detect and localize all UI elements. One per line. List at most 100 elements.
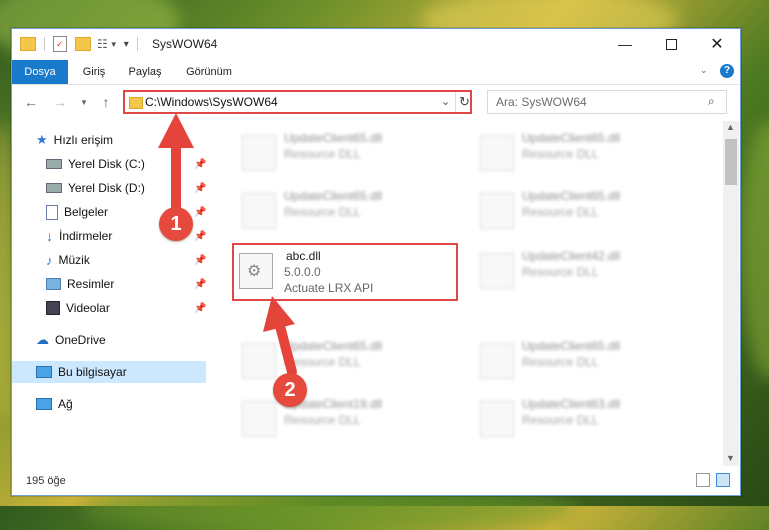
file-item[interactable]: UpdateClient65.dll Resource DLL xyxy=(470,333,690,385)
chevron-down-icon[interactable]: ▼ xyxy=(110,40,118,49)
recent-locations-button[interactable]: ▼ xyxy=(74,92,94,112)
tab-view[interactable]: Görünüm xyxy=(178,60,240,84)
sidebar-item-onedrive[interactable]: ☁ OneDrive xyxy=(12,329,206,351)
vertical-scrollbar[interactable]: ▲ ▼ xyxy=(723,121,739,466)
dll-file-icon xyxy=(480,343,514,379)
maximize-button[interactable] xyxy=(648,29,694,59)
scroll-down-icon[interactable]: ▼ xyxy=(726,453,735,463)
file-name: UpdateClient65.dll xyxy=(522,189,621,203)
forward-button[interactable]: → xyxy=(50,92,70,112)
file-item[interactable]: UpdateClient65.dll Resource DLL xyxy=(232,183,452,235)
sidebar-item-this-pc[interactable]: Bu bilgisayar xyxy=(12,361,206,383)
file-description: Resource DLL xyxy=(522,265,599,279)
file-name: UpdateClient65.dll xyxy=(284,339,383,353)
refresh-icon[interactable]: ↻ xyxy=(459,94,470,110)
pin-icon: 📌 xyxy=(194,158,207,170)
folder-icon[interactable] xyxy=(20,37,36,51)
file-item[interactable]: UpdateClient65.dll Resource DLL xyxy=(470,183,690,235)
music-icon: ♪ xyxy=(46,252,53,268)
file-name: abc.dll xyxy=(286,249,321,263)
separator xyxy=(455,92,456,112)
address-bar[interactable]: C:\Windows\SysWOW64 ⌄ ↻ xyxy=(123,90,472,114)
file-description: Resource DLL xyxy=(522,355,599,369)
large-icons-view-icon[interactable] xyxy=(716,473,730,487)
drive-icon xyxy=(46,183,62,193)
properties-icon[interactable]: ✓ xyxy=(53,36,67,52)
dll-file-icon xyxy=(480,135,514,171)
file-item[interactable]: UpdateClient65.dll Resource DLL xyxy=(232,125,452,177)
sidebar-item-music[interactable]: ♪ Müzik 📌 xyxy=(12,249,206,271)
pin-icon: 📌 xyxy=(194,230,207,242)
separator xyxy=(136,37,138,51)
drive-icon xyxy=(46,159,62,169)
pin-icon: 📌 xyxy=(194,254,207,266)
file-name: UpdateClient42.dll xyxy=(522,249,621,263)
scrollbar-thumb[interactable] xyxy=(725,139,737,185)
file-name: UpdateClient65.dll xyxy=(522,339,621,353)
address-dropdown-icon[interactable]: ⌄ xyxy=(441,95,450,108)
separator xyxy=(44,37,45,51)
computer-icon xyxy=(36,366,52,378)
tab-home[interactable]: Giriş xyxy=(72,60,116,84)
scroll-up-icon[interactable]: ▲ xyxy=(726,122,735,132)
sidebar-item-label: Videolar xyxy=(66,301,110,315)
video-icon xyxy=(46,301,60,315)
file-item[interactable]: UpdateClient63.dll Resource DLL xyxy=(470,391,690,443)
network-icon xyxy=(36,398,52,410)
arrow-up-icon: ↑ xyxy=(102,94,110,110)
search-box[interactable]: Ara: SysWOW64 ⌕ xyxy=(487,90,727,114)
file-item-abc-dll[interactable]: ⚙ abc.dll 5.0.0.0 Actuate LRX API xyxy=(232,243,458,301)
file-name: UpdateClient65.dll xyxy=(284,189,383,203)
gear-icon: ⚙ xyxy=(247,263,262,280)
sidebar-item-quick-access[interactable]: ★ Hızlı erişim xyxy=(12,129,206,151)
file-name: UpdateClient65.dll xyxy=(522,131,621,145)
up-button[interactable]: ↑ xyxy=(96,92,116,112)
navigation-pane: ★ Hızlı erişim Yerel Disk (C:) 📌 Yerel D… xyxy=(12,121,206,466)
tab-share[interactable]: Paylaş xyxy=(120,60,170,84)
search-input[interactable]: Ara: SysWOW64 xyxy=(496,95,587,109)
sidebar-item-label: Resimler xyxy=(67,277,115,291)
dll-file-icon xyxy=(242,401,276,437)
item-count: 195 öğe xyxy=(26,475,66,487)
file-description: Resource DLL xyxy=(522,413,599,427)
sidebar-item-network[interactable]: Ağ xyxy=(12,393,206,415)
expand-ribbon-icon[interactable]: ⌄ xyxy=(700,65,708,76)
file-item[interactable]: UpdateClient65.dll Resource DLL xyxy=(470,125,690,177)
search-icon: ⌕ xyxy=(708,94,715,108)
new-folder-icon[interactable] xyxy=(75,37,91,51)
file-description: Resource DLL xyxy=(284,413,361,427)
close-button[interactable]: ✕ xyxy=(694,29,740,59)
file-description: Resource DLL xyxy=(284,355,361,369)
sidebar-item-label: OneDrive xyxy=(55,333,106,347)
sidebar-item-local-disk-c[interactable]: Yerel Disk (C:) 📌 xyxy=(12,153,206,175)
chevron-down-icon: ▼ xyxy=(80,97,88,107)
sidebar-item-local-disk-d[interactable]: Yerel Disk (D:) 📌 xyxy=(12,177,206,199)
close-icon: ✕ xyxy=(710,36,724,53)
dll-file-icon xyxy=(480,401,514,437)
star-icon: ★ xyxy=(36,132,48,147)
minimize-button[interactable]: — xyxy=(602,29,648,59)
sidebar-item-pictures[interactable]: Resimler 📌 xyxy=(12,273,206,295)
file-item[interactable]: UpdateClient42.dll Resource DLL xyxy=(470,243,690,295)
file-name: UpdateClient63.dll xyxy=(522,397,621,411)
dll-file-icon xyxy=(480,193,514,229)
help-icon[interactable]: ? xyxy=(720,64,734,78)
details-view-icon[interactable] xyxy=(696,473,710,487)
file-item[interactable]: UpdateClient19.dll Resource DLL xyxy=(232,391,452,443)
view-icon[interactable]: ☷ xyxy=(97,37,108,51)
file-item[interactable]: UpdateClient65.dll Resource DLL xyxy=(232,333,452,385)
file-name: UpdateClient65.dll xyxy=(284,131,383,145)
file-description: Resource DLL xyxy=(522,205,599,219)
tab-file[interactable]: Dosya xyxy=(12,60,68,84)
dll-file-icon xyxy=(242,193,276,229)
minimize-icon: — xyxy=(618,36,632,52)
customize-toolbar-icon[interactable]: ▾ xyxy=(124,39,129,50)
sidebar-item-label: Hızlı erişim xyxy=(53,133,113,147)
sidebar-item-videos[interactable]: Videolar 📌 xyxy=(12,297,206,319)
sidebar-item-label: Müzik xyxy=(58,253,90,267)
back-button[interactable]: ← xyxy=(21,92,41,112)
sidebar-item-label: Yerel Disk (C:) xyxy=(68,157,145,171)
sidebar-item-label: Yerel Disk (D:) xyxy=(68,181,145,195)
sidebar-item-label: Ağ xyxy=(58,397,73,411)
pin-icon: 📌 xyxy=(194,278,207,290)
